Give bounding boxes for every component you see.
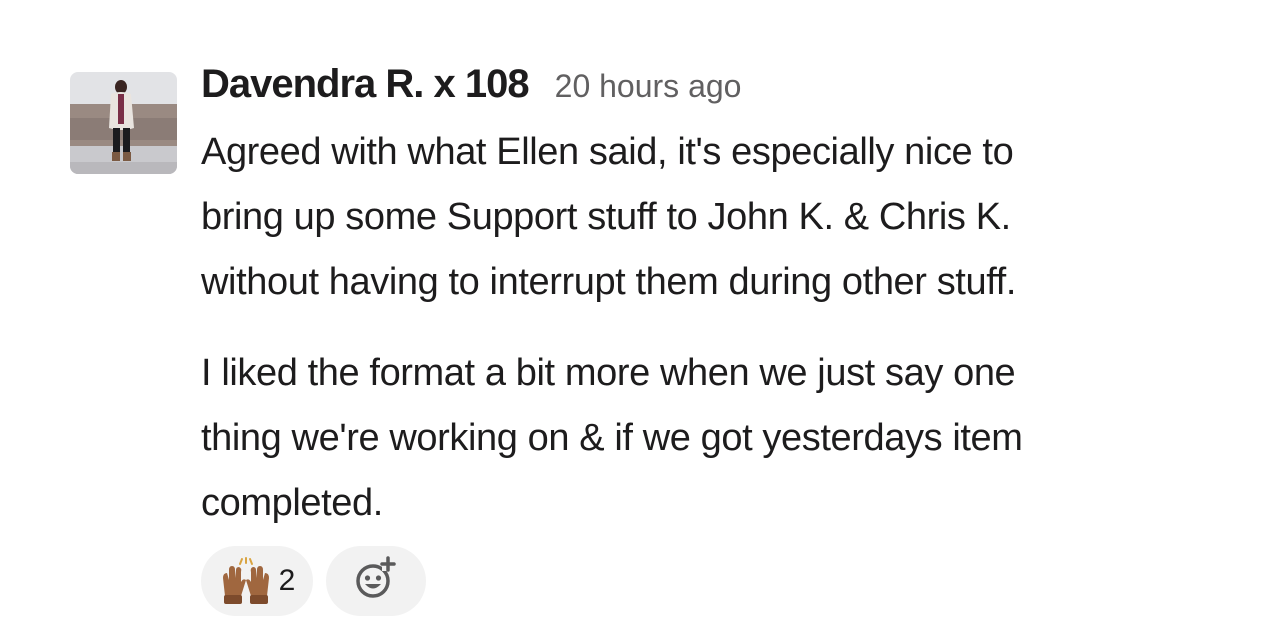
message-line: Agreed with what Ellen said, it's especi… xyxy=(201,131,1014,173)
message-content: Davendra R. x 108 20 hours ago Agreed wi… xyxy=(201,62,1241,536)
message-paragraph: Agreed with what Ellen said, it's especi… xyxy=(201,120,1241,315)
message-line: without having to interrupt them during … xyxy=(201,261,1016,303)
message-header: Davendra R. x 108 20 hours ago xyxy=(201,62,1241,120)
reactions-bar: 2 xyxy=(201,546,426,616)
add-reaction-button[interactable] xyxy=(326,546,426,616)
message-line: I liked the format a bit more when we ju… xyxy=(201,352,1016,394)
avatar[interactable] xyxy=(70,72,177,174)
add-emoji-icon xyxy=(352,555,400,608)
reaction-count: 2 xyxy=(278,564,296,597)
message: Davendra R. x 108 20 hours ago Agreed wi… xyxy=(0,0,1262,630)
message-paragraph: I liked the format a bit more when we ju… xyxy=(201,341,1241,536)
sender-name[interactable]: Davendra R. x 108 xyxy=(201,62,530,107)
raising-hands-icon xyxy=(219,556,273,606)
message-line: completed. xyxy=(201,482,383,524)
message-timestamp[interactable]: 20 hours ago xyxy=(555,68,742,105)
message-line: thing we're working on & if we got yeste… xyxy=(201,417,1023,459)
reaction-raising-hands[interactable]: 2 xyxy=(201,546,313,616)
message-line: bring up some Support stuff to John K. &… xyxy=(201,196,1011,238)
avatar-image xyxy=(70,72,177,174)
